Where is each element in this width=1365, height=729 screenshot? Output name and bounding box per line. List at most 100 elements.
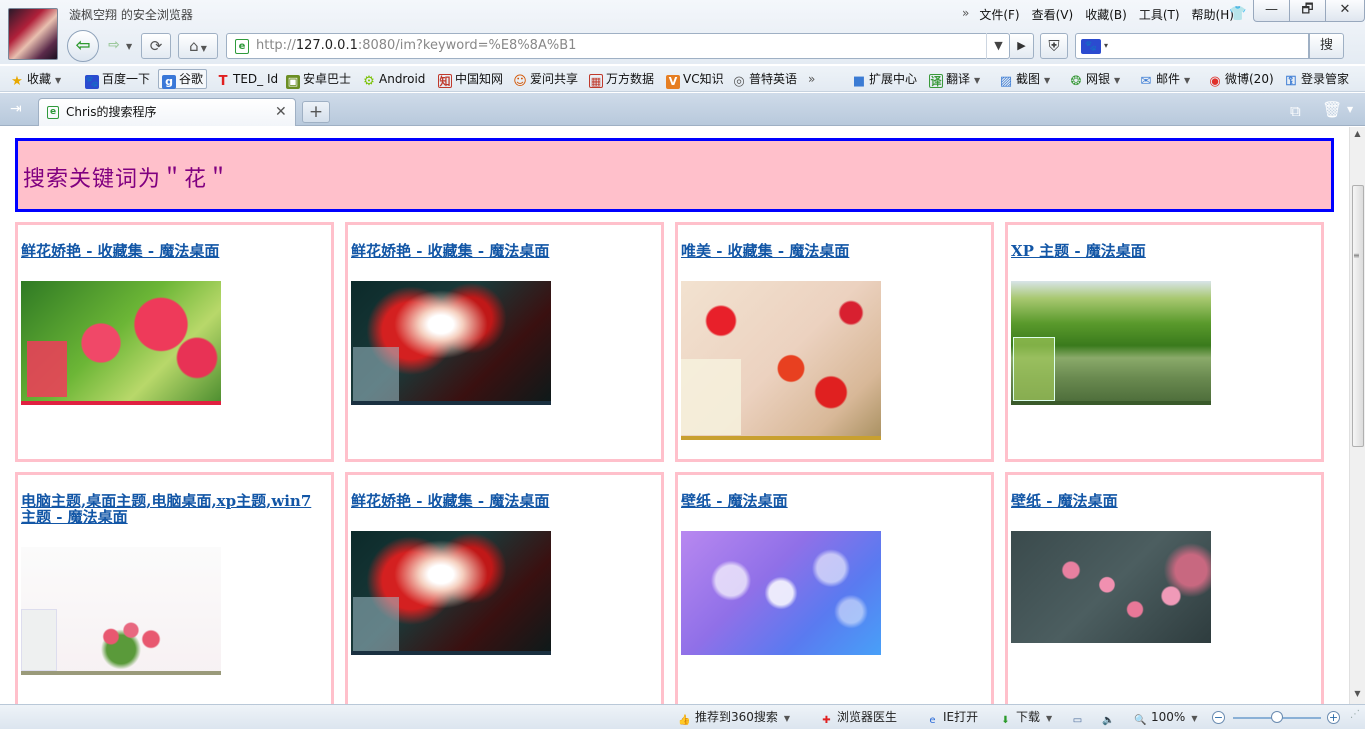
screenshot-tool[interactable]: ▨ 截图 ▼ (999, 70, 1050, 89)
page-favicon-icon: e (235, 39, 249, 54)
red-spider-lily-thumbnail[interactable] (351, 281, 551, 405)
result-link[interactable]: 壁纸 - 魔法桌面 (1011, 493, 1316, 509)
bookmark-ted[interactable]: T TED_ Id (216, 70, 279, 89)
menu-view[interactable]: 查看(V) (1026, 6, 1080, 24)
home-button[interactable]: ⌂ ▼ (178, 33, 218, 59)
close-window-button[interactable]: ✕ (1325, 0, 1365, 22)
zoom-slider-handle[interactable] (1271, 711, 1283, 723)
tab-list-icon[interactable]: ⇥ (10, 101, 22, 117)
extensions-center[interactable]: ■ 扩展中心 (852, 70, 917, 89)
window-switcher[interactable]: ▭ (1071, 709, 1088, 726)
forward-arrow-icon: ⇨ (108, 37, 120, 53)
engine-dropdown-icon[interactable]: ▾ (1104, 41, 1108, 50)
tab-chris-search[interactable]: e Chris的搜索程序 ✕ (38, 98, 296, 126)
bookmark-android[interactable]: ⚙ Android (362, 70, 425, 89)
android-robot-icon: ⚙ (363, 74, 375, 89)
tool-label: 翻译 (946, 72, 971, 86)
ebank-tool[interactable]: ❂ 网银 ▼ (1069, 70, 1121, 89)
browser-doctor[interactable]: ✚ 浏览器医生 (820, 709, 897, 726)
bookmarks-more-chevron-icon[interactable]: » (808, 70, 815, 88)
cartoon-pink-roses-thumbnail[interactable] (21, 547, 221, 675)
bookmark-baidu[interactable]: 🐾 百度一下 (85, 70, 150, 89)
screenshot-icon: ▨ (999, 74, 1013, 89)
vertical-scrollbar[interactable]: ▲ ≡ ▼ (1349, 127, 1365, 704)
mail-tool[interactable]: ✉ 邮件 ▼ (1139, 70, 1191, 89)
result-card: 鲜花娇艳 - 收藏集 - 魔法桌面 (345, 222, 664, 462)
open-in-ie[interactable]: e IE打开 (926, 709, 978, 726)
translate-tool[interactable]: 译翻译 ▼ (929, 70, 980, 88)
search-box[interactable]: 🐾 ▾ (1075, 33, 1309, 59)
refresh-button[interactable]: ⟳ (141, 33, 171, 59)
zoom-menu[interactable]: 🔍 100% ▼ (1134, 709, 1197, 726)
bookmark-cnki[interactable]: 知中国知网 (438, 70, 503, 88)
result-link[interactable]: 鲜花娇艳 - 收藏集 - 魔法桌面 (21, 243, 326, 259)
restore-closed-tabs-icon[interactable]: ⧉ (1290, 102, 1301, 120)
skin-tshirt-icon[interactable]: 👕 (1229, 7, 1246, 21)
dropdown-arrow-icon: ▼ (1191, 714, 1198, 723)
google-g-icon: g (162, 75, 176, 89)
go-button[interactable]: ▶ (1010, 33, 1034, 59)
result-link[interactable]: 壁纸 - 魔法桌面 (681, 493, 986, 509)
result-link[interactable]: 电脑主题,桌面主题,电脑桌面,xp主题,win7主题 - 魔法桌面 (21, 493, 326, 525)
red-hibiscus-flowers-thumbnail[interactable] (21, 281, 221, 405)
user-avatar[interactable] (8, 8, 58, 60)
result-link[interactable]: XP 主题 - 魔法桌面 (1011, 243, 1316, 259)
menu-tools[interactable]: 工具(T) (1133, 6, 1186, 24)
maximize-button[interactable]: 🗗 (1289, 0, 1326, 22)
url-scheme: http:// (256, 38, 296, 53)
bookmark-label: VC知识 (683, 72, 724, 86)
zoom-out-button[interactable]: − (1212, 711, 1225, 724)
purple-glass-flowers-thumbnail[interactable] (681, 531, 881, 655)
back-button[interactable]: ⇦ (67, 30, 99, 62)
forward-history-dropdown-icon[interactable]: ▼ (126, 42, 132, 51)
bookmark-anzhuobashi[interactable]: ▣ 安卓巴士 (286, 70, 351, 89)
home-dropdown-icon: ▼ (200, 44, 207, 53)
tab-close-icon[interactable]: ✕ (275, 99, 287, 126)
red-cosmos-flowers-thumbnail[interactable] (681, 281, 881, 440)
resize-grip-icon[interactable]: ⋰ (1350, 709, 1360, 720)
bookmark-favorites[interactable]: ★ 收藏 ▼ (10, 70, 61, 89)
bookmark-iask[interactable]: ☺ 爱问共享 (513, 70, 578, 89)
zoom-in-button[interactable]: + (1327, 711, 1340, 724)
back-arrow-icon: ⇦ (75, 35, 91, 56)
baidu-search-engine-icon[interactable]: 🐾 (1081, 39, 1101, 54)
speaker-icon: 🔈 (1102, 715, 1115, 726)
downloads[interactable]: ⬇ 下载 ▼ (999, 709, 1052, 726)
login-manager-tool[interactable]: ⚿ 登录管家 (1284, 70, 1349, 89)
result-link[interactable]: 鲜花娇艳 - 收藏集 - 魔法桌面 (351, 243, 656, 259)
new-tab-button[interactable]: + (302, 101, 330, 123)
scroll-down-arrow-icon[interactable]: ▼ (1350, 689, 1365, 698)
address-url[interactable]: http://127.0.0.1:8080/im?keyword=%E8%8A%… (256, 34, 576, 58)
address-history-dropdown-icon[interactable]: ▼ (986, 33, 1010, 59)
menu-overflow-chevron-icon[interactable]: » (958, 6, 973, 24)
minimize-button[interactable]: — (1253, 0, 1290, 22)
bookmark-vc[interactable]: V VC知识 (666, 70, 724, 89)
scroll-up-arrow-icon[interactable]: ▲ (1350, 129, 1365, 138)
bookmark-putclub[interactable]: ◎ 普特英语 (732, 70, 798, 89)
menu-file[interactable]: 文件(F) (973, 6, 1025, 24)
address-bar[interactable]: e http://127.0.0.1:8080/im?keyword=%E8%8… (226, 33, 1010, 59)
result-link[interactable]: 鲜花娇艳 - 收藏集 - 魔法桌面 (351, 493, 656, 509)
forward-button[interactable]: ⇨ (102, 34, 126, 58)
bookmark-wanfang[interactable]: ▦ 万方数据 (589, 70, 654, 88)
result-card: 壁纸 - 魔法桌面 (675, 472, 994, 704)
tool-label: 截图 (1016, 72, 1041, 86)
scrollbar-thumb[interactable] (1352, 185, 1364, 447)
bookmark-label: 普特英语 (749, 72, 798, 86)
recommend-360-search[interactable]: 👍 推荐到360搜索 ▼ (678, 709, 790, 726)
search-input[interactable] (1116, 36, 1301, 56)
security-shield-button[interactable]: ⛨ (1040, 33, 1068, 59)
result-link[interactable]: 唯美 - 收藏集 - 魔法桌面 (681, 243, 986, 259)
trash-dropdown-icon[interactable]: ▼ (1347, 105, 1353, 114)
green-landscape-lake-thumbnail[interactable] (1011, 281, 1211, 405)
search-button[interactable]: 搜 (1309, 33, 1344, 59)
pink-blossom-branch-thumbnail[interactable] (1011, 531, 1211, 643)
weibo-tool[interactable]: ◉ 微博(20) (1208, 70, 1273, 89)
volume-control[interactable]: 🔈 (1102, 709, 1119, 726)
ie-logo-icon: e (929, 715, 936, 726)
red-spider-lily-thumbnail[interactable] (351, 531, 551, 655)
menu-favorites[interactable]: 收藏(B) (1079, 6, 1133, 24)
status-label: 下载 (1016, 710, 1041, 724)
trash-icon[interactable]: 🗑 (1322, 100, 1342, 119)
bookmark-google[interactable]: g 谷歌 (158, 69, 208, 89)
